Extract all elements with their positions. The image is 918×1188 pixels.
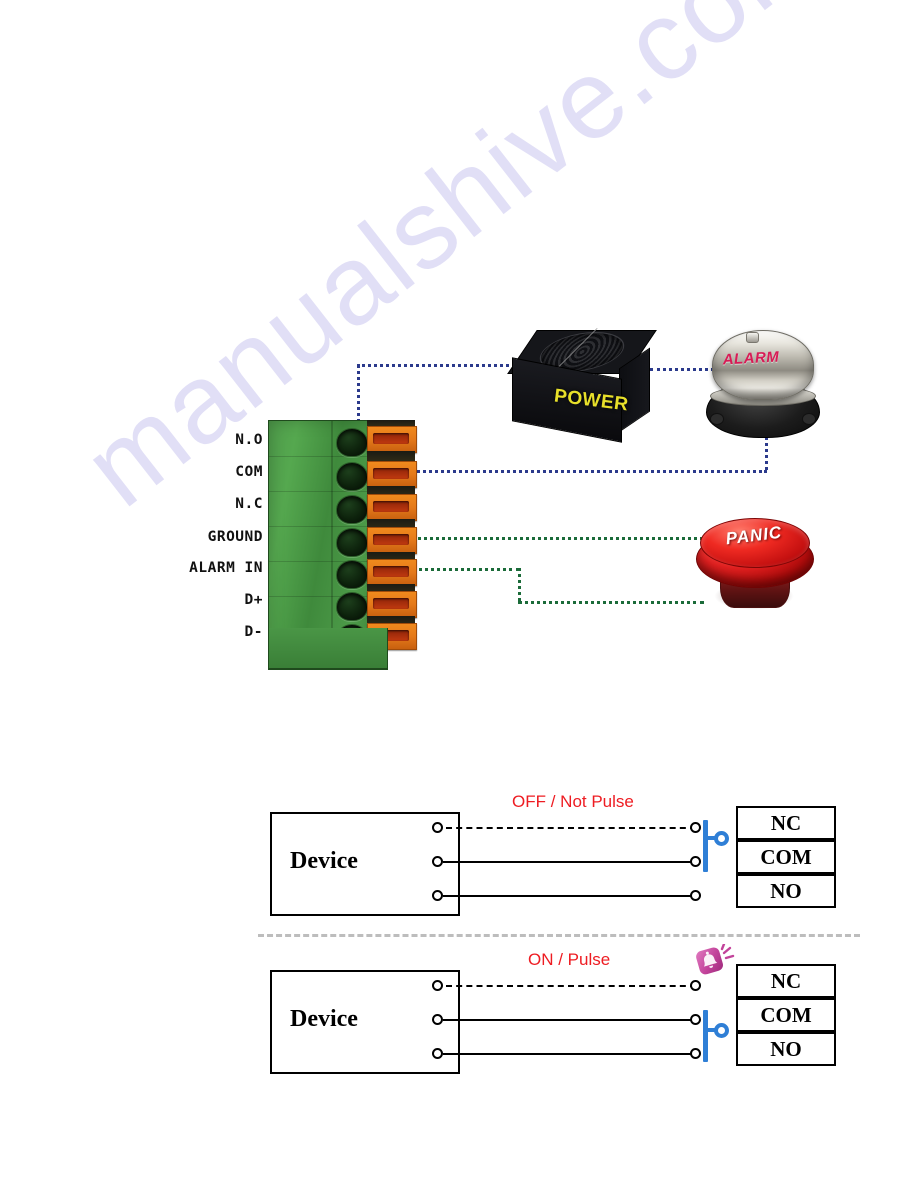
power-supply-icon: POWER	[507, 330, 657, 443]
device-terminal-com-on	[432, 1014, 443, 1025]
wire-no-on	[443, 1053, 696, 1055]
terminal-clamp-ground	[367, 527, 417, 554]
alarm-bell-icon: ALARM	[700, 326, 825, 444]
alarm-bell-knob	[746, 332, 759, 343]
device-terminal-nc-off	[432, 822, 443, 833]
switch-contact-off	[714, 831, 729, 846]
bell-ringing-icon	[695, 942, 735, 984]
device-terminal-nc-on	[432, 980, 443, 991]
wire-no-off	[443, 895, 696, 897]
relay-table-cell-no-on: NO	[736, 1032, 836, 1066]
pin-label-nc: N.C	[235, 496, 263, 512]
diagram-page: manualshive.com N.O COM N.C GROUND ALARM…	[0, 0, 918, 1188]
switch-bar-on[interactable]	[703, 1010, 708, 1062]
terminal-clamp-dplus	[367, 591, 417, 618]
terminal-clamp-alarm-in	[367, 559, 417, 586]
pin-label-ground: GROUND	[207, 529, 263, 545]
relay-table-cell-no-off: NO	[736, 874, 836, 908]
relay-terminal-com-off	[690, 856, 701, 867]
terminal-hole-no	[336, 428, 368, 457]
pin-label-dplus: D+	[244, 592, 263, 608]
device-terminal-no-on	[432, 1048, 443, 1059]
terminal-hole-dplus	[336, 592, 368, 621]
mode-label-on: ON / Pulse	[528, 950, 611, 969]
circuit-diagram-on: Device ON / Pulse NC COM NO	[0, 948, 918, 1103]
pin-label-com: COM	[235, 464, 263, 480]
wire-nc-off	[446, 827, 696, 829]
wire-nc-on	[446, 985, 696, 987]
circuit-diagram-off: Device OFF / Not Pulse NC COM NO	[0, 790, 918, 945]
relay-table-cell-com-off: COM	[736, 840, 836, 874]
pin-label-dminus: D-	[244, 624, 263, 640]
pin-label-alarm-in: ALARM IN	[189, 560, 263, 576]
terminal-hole-ground	[336, 528, 368, 557]
wire-alarmin-to-panic-vertical	[518, 568, 521, 601]
relay-terminal-no-on	[690, 1048, 701, 1059]
device-terminal-no-off	[432, 890, 443, 901]
device-terminal-com-off	[432, 856, 443, 867]
switch-bar-off[interactable]	[703, 820, 708, 872]
terminal-pin-labels: N.O COM N.C GROUND ALARM IN D+ D-	[108, 420, 263, 670]
section-divider	[258, 934, 860, 937]
alarm-terminal-block	[268, 420, 417, 670]
relay-table-cell-nc-on: NC	[736, 964, 836, 998]
relay-table-cell-nc-off: NC	[736, 806, 836, 840]
device-label-on: Device	[290, 1006, 358, 1032]
relay-terminal-com-on	[690, 1014, 701, 1025]
mode-label-off: OFF / Not Pulse	[512, 792, 634, 811]
panic-button-icon: PANIC	[690, 512, 818, 618]
terminal-clamp-com	[367, 461, 417, 488]
terminal-block-foot	[268, 628, 388, 669]
relay-terminal-nc-off	[690, 822, 701, 833]
relay-terminal-no-off	[690, 890, 701, 901]
wire-alarm-to-com-horizontal	[358, 470, 767, 473]
wire-alarmin-to-panic-segment2	[518, 601, 704, 604]
wire-com-off	[443, 861, 696, 863]
wire-com-on	[443, 1019, 696, 1021]
terminal-hole-alarm-in	[336, 560, 368, 589]
wire-no-to-power-horizontal	[357, 364, 520, 367]
device-label-off: Device	[290, 848, 358, 874]
pin-label-no: N.O	[235, 432, 263, 448]
terminal-hole-com	[336, 462, 368, 491]
relay-table-cell-com-on: COM	[736, 998, 836, 1032]
switch-contact-on	[714, 1023, 729, 1038]
terminal-clamp-nc	[367, 494, 417, 521]
terminal-hole-nc	[336, 495, 368, 524]
terminal-clamp-no	[367, 426, 417, 453]
